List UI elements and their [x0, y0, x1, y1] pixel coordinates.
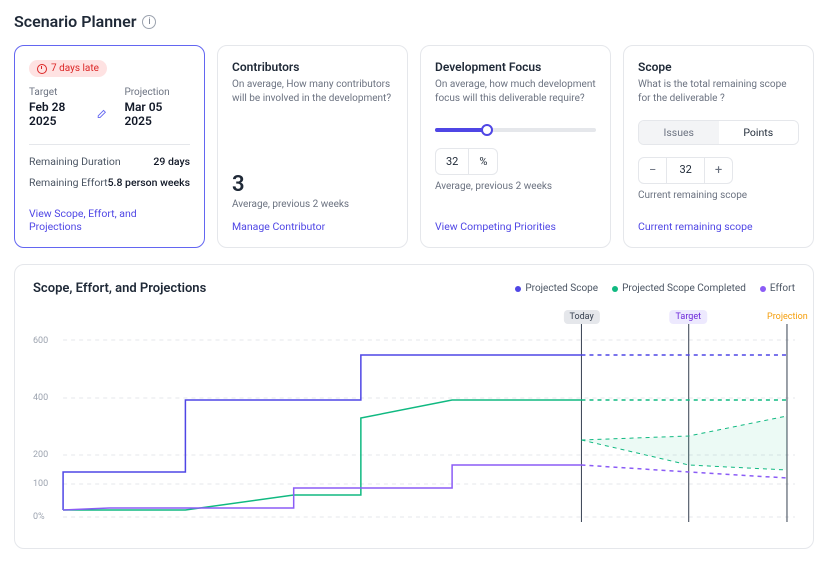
chart-panel: Scope, Effort, and Projections Projected… [14, 264, 814, 549]
contributors-value: 3 [232, 172, 393, 197]
target-date: Feb 28 2025 [29, 100, 93, 128]
legend-effort: Effort [770, 283, 795, 294]
scope-sub: Current remaining scope [638, 190, 799, 201]
legend-scope: Projected Scope [525, 283, 598, 294]
scope-toggle[interactable]: Issues Points [638, 120, 799, 145]
projection-label: Projection [124, 87, 190, 98]
scope-title: Scope [638, 60, 799, 74]
toggle-issues[interactable]: Issues [639, 121, 719, 144]
remaining-effort-label: Remaining Effort [29, 176, 108, 189]
scope-value[interactable]: 32 [667, 158, 704, 183]
clock-icon [37, 64, 47, 74]
marker-today: Today [564, 310, 600, 324]
scope-stepper[interactable]: − 32 + [638, 157, 733, 184]
stepper-plus-icon[interactable]: + [705, 158, 732, 183]
y-tick: 100 [33, 479, 48, 489]
dev-focus-desc: On average, how much development focus w… [435, 78, 596, 106]
contributors-card: Contributors On average, How many contri… [217, 45, 408, 248]
y-tick: 0% [33, 512, 45, 522]
dev-focus-unit: % [469, 149, 497, 174]
y-tick: 400 [33, 393, 48, 403]
chart-svg [33, 310, 795, 530]
scope-desc: What is the total remaining scope for th… [638, 78, 799, 106]
projection-date: Mar 05 2025 [124, 100, 190, 128]
slider-handle-icon[interactable] [481, 124, 493, 136]
info-icon[interactable]: i [142, 15, 156, 29]
current-scope-link[interactable]: Current remaining scope [638, 210, 799, 233]
target-projection-card: 7 days late Target Feb 28 2025 Projectio… [14, 45, 205, 248]
legend-completed: Projected Scope Completed [622, 283, 746, 294]
status-badge-text: 7 days late [51, 63, 99, 74]
status-badge: 7 days late [29, 60, 107, 77]
dev-focus-value[interactable]: 32 [436, 149, 469, 174]
stepper-minus-icon[interactable]: − [639, 158, 667, 183]
target-label: Target [29, 87, 106, 98]
chart-title: Scope, Effort, and Projections [33, 281, 206, 296]
edit-icon[interactable] [97, 109, 107, 119]
dev-focus-title: Development Focus [435, 60, 596, 74]
view-scope-link[interactable]: View Scope, Effort, and Projections [29, 197, 190, 233]
page-title: Scenario Planner [14, 12, 136, 31]
dev-focus-slider[interactable] [435, 128, 596, 132]
chart-area: 600 400 200 100 0% Today Target Projecti… [33, 310, 795, 530]
contributors-sub: Average, previous 2 weeks [232, 199, 393, 210]
competing-priorities-link[interactable]: View Competing Priorities [435, 210, 596, 233]
marker-target: Target [670, 310, 708, 324]
scope-card: Scope What is the total remaining scope … [623, 45, 814, 248]
contributors-desc: On average, How many contributors will b… [232, 78, 393, 106]
chart-legend: Projected Scope Projected Scope Complete… [515, 283, 795, 294]
remaining-duration-value: 29 days [153, 155, 190, 168]
marker-projection: Projection [761, 310, 814, 324]
remaining-effort-value: 5.8 person weeks [108, 176, 190, 189]
dev-focus-sub: Average, previous 2 weeks [435, 181, 596, 192]
toggle-points[interactable]: Points [719, 121, 799, 144]
dev-focus-input[interactable]: 32 % [435, 148, 498, 175]
y-tick: 600 [33, 336, 48, 346]
contributors-title: Contributors [232, 60, 393, 74]
remaining-duration-label: Remaining Duration [29, 155, 121, 168]
manage-contributor-link[interactable]: Manage Contributor [232, 210, 393, 233]
y-tick: 200 [33, 450, 48, 460]
dev-focus-card: Development Focus On average, how much d… [420, 45, 611, 248]
